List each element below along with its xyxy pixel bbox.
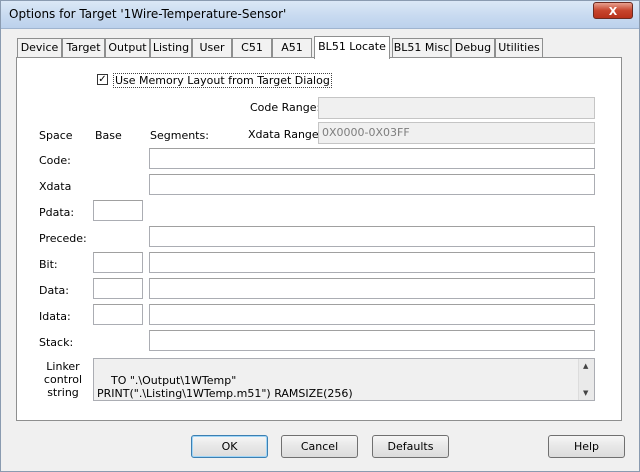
pdata-label: Pdata: <box>39 206 75 219</box>
xdata-range-field: 0X0000-0X03FF <box>318 122 595 144</box>
code-segments-input[interactable] <box>149 148 595 169</box>
window-title: Options for Target '1Wire-Temperature-Se… <box>9 7 287 21</box>
data-segments-input[interactable] <box>149 278 595 299</box>
pdata-base-input[interactable] <box>93 200 143 221</box>
close-button[interactable]: X <box>593 2 633 19</box>
idata-label: Idata: <box>39 310 71 323</box>
title-bar: Options for Target '1Wire-Temperature-Se… <box>1 1 639 29</box>
linker-control-text: TO ".\Output\1WTemp" PRINT(".\Listing\1W… <box>97 374 353 400</box>
precede-label: Precede: <box>39 232 87 245</box>
use-memory-layout-checkbox[interactable]: ✓ <box>97 74 108 85</box>
idata-base-input[interactable] <box>93 304 143 325</box>
stack-segments-input[interactable] <box>149 330 595 351</box>
tab-bl51-locate[interactable]: BL51 Locate <box>314 36 390 59</box>
code-range-label: Code Range: <box>250 101 321 114</box>
tab-bl51-misc[interactable]: BL51 Misc <box>392 38 451 57</box>
tab-debug[interactable]: Debug <box>451 38 495 57</box>
linker-control-label: Linker control string <box>43 360 83 399</box>
code-range-field <box>318 97 595 119</box>
linker-scrollbar[interactable]: ▲ ▼ <box>578 359 594 400</box>
linker-label-line3: string <box>47 386 79 399</box>
linker-label-line2: control <box>43 373 83 386</box>
use-memory-layout-label: Use Memory Layout from Target Dialog <box>113 73 332 88</box>
xdata-range-label: Xdata Range: <box>248 128 323 141</box>
tab-target[interactable]: Target <box>62 38 105 57</box>
scroll-up-icon[interactable]: ▲ <box>583 362 588 370</box>
tab-output[interactable]: Output <box>105 38 150 57</box>
options-dialog: Options for Target '1Wire-Temperature-Se… <box>0 0 640 472</box>
bit-label: Bit: <box>39 258 58 271</box>
space-header: Space <box>39 129 73 142</box>
xdata-label: Xdata <box>39 180 72 193</box>
defaults-button[interactable]: Defaults <box>372 435 449 458</box>
tab-listing[interactable]: Listing <box>150 38 192 57</box>
segments-header: Segments: <box>150 129 209 142</box>
cancel-button[interactable]: Cancel <box>281 435 358 458</box>
idata-segments-input[interactable] <box>149 304 595 325</box>
base-header: Base <box>95 129 122 142</box>
xdata-segments-input[interactable] <box>149 174 595 195</box>
scroll-down-icon[interactable]: ▼ <box>583 389 588 397</box>
tab-user[interactable]: User <box>192 38 232 57</box>
data-label: Data: <box>39 284 69 297</box>
help-button[interactable]: Help <box>548 435 625 458</box>
stack-label: Stack: <box>39 336 74 349</box>
bit-base-input[interactable] <box>93 252 143 273</box>
bit-segments-input[interactable] <box>149 252 595 273</box>
precede-segments-input[interactable] <box>149 226 595 247</box>
data-base-input[interactable] <box>93 278 143 299</box>
ok-button[interactable]: OK <box>191 435 268 458</box>
linker-label-line1: Linker <box>46 360 80 373</box>
close-icon: X <box>608 5 618 18</box>
tab-utilities[interactable]: Utilities <box>495 38 543 57</box>
tab-a51[interactable]: A51 <box>272 38 312 57</box>
linker-control-textarea[interactable]: TO ".\Output\1WTemp" PRINT(".\Listing\1W… <box>93 358 595 401</box>
code-label: Code: <box>39 154 71 167</box>
tab-device[interactable]: Device <box>17 38 62 57</box>
tab-c51[interactable]: C51 <box>232 38 272 57</box>
